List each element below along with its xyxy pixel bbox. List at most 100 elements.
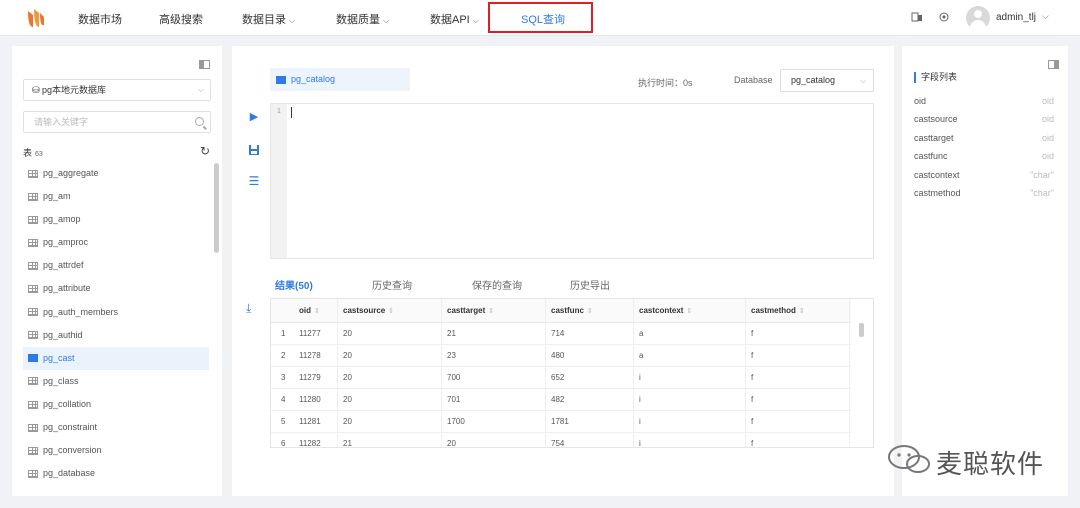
field-item[interactable]: casttarget oid [914, 133, 1054, 143]
run-icon[interactable]: ▶ [248, 111, 260, 123]
table-list-item[interactable]: pg_attrdef [23, 254, 209, 277]
table-row[interactable]: 5 11281 20 1700 1781 i f [271, 411, 851, 433]
table-list-item[interactable]: pg_constraint [23, 416, 209, 439]
wechat-icon [888, 445, 930, 473]
table-list-item[interactable]: pg_amproc [23, 231, 209, 254]
table-icon [28, 262, 38, 270]
database-select[interactable]: pg_catalog ⌵ [780, 69, 874, 92]
nav-data-catalog[interactable]: 数据目录 ⌵ [242, 11, 295, 27]
table-row[interactable]: 4 11280 20 701 482 i f [271, 389, 851, 411]
table-cell: 11281 [299, 417, 321, 426]
table-list-item[interactable]: pg_amop [23, 208, 209, 231]
table-icon [28, 285, 38, 294]
field-item[interactable]: castcontext "char" [914, 170, 1054, 180]
table-search-input[interactable]: 请输入关键字 [23, 111, 211, 133]
column-header[interactable]: casttarget ⇕ [447, 299, 494, 323]
sort-icon[interactable]: ⇕ [488, 308, 494, 315]
table-cell: 701 [447, 395, 461, 404]
tab-history-query[interactable]: 历史查询 [372, 277, 412, 292]
field-item[interactable]: oid oid [914, 96, 1054, 106]
row-number: 6 [281, 439, 286, 448]
username[interactable]: admin_tlj [996, 12, 1036, 23]
field-item[interactable]: castfunc oid [914, 151, 1054, 161]
table-row[interactable]: 3 11279 20 700 652 i f [271, 367, 851, 389]
datasource-select[interactable]: ⛁ pg本地元数据库 ⌵ [23, 79, 211, 101]
row-number: 5 [281, 417, 286, 426]
column-header[interactable]: castsource ⇕ [343, 299, 394, 323]
table-list-item[interactable]: pg_am [23, 185, 209, 208]
sort-icon[interactable]: ⇕ [314, 308, 320, 315]
download-icon[interactable]: ⤓ [246, 301, 251, 316]
notification-icon[interactable] [911, 11, 923, 23]
sql-editor[interactable]: 1 [270, 103, 874, 259]
table-row[interactable]: 1 11277 20 21 714 a f [271, 323, 851, 345]
tab-saved-query[interactable]: 保存的查询 [472, 277, 522, 292]
collapse-panel-icon[interactable] [199, 60, 210, 69]
table-cell: f [751, 329, 754, 338]
table-list-item[interactable]: pg_authid [23, 324, 209, 347]
table-icon [28, 238, 38, 247]
refresh-icon[interactable]: ↻ [200, 144, 210, 158]
sort-icon[interactable]: ⇕ [686, 308, 692, 315]
table-list-item[interactable]: pg_database [23, 462, 209, 485]
table-list-item[interactable]: pg_auth_members [23, 301, 209, 324]
nav-advanced-search[interactable]: 高级搜索 [159, 11, 203, 27]
table-list-item[interactable]: pg_aggregate [23, 162, 209, 185]
scrollbar[interactable] [214, 163, 219, 253]
column-header[interactable]: castfunc ⇕ [551, 299, 593, 323]
settings-icon[interactable] [938, 11, 950, 23]
table-list-item[interactable]: pg_class [23, 370, 209, 393]
table-list-item[interactable]: pg_attribute [23, 277, 209, 300]
table-list-item[interactable]: pg_collation [23, 393, 209, 416]
tab-history-export[interactable]: 历史导出 [570, 277, 610, 292]
sort-icon[interactable]: ⇕ [587, 308, 593, 315]
table-name: pg_am [43, 191, 71, 202]
table-row[interactable]: 6 11282 21 20 754 i f [271, 433, 851, 448]
column-header[interactable]: castcontext ⇕ [639, 299, 692, 323]
sort-icon[interactable]: ⇕ [388, 308, 394, 315]
table-icon [28, 192, 38, 201]
format-icon[interactable]: ☰ [248, 175, 260, 187]
editor-tab[interactable]: pg_catalog [270, 68, 410, 91]
field-type: oid [1041, 132, 1054, 143]
scrollbar[interactable] [859, 323, 864, 337]
table-row[interactable]: 2 11278 20 23 480 a f [271, 345, 851, 367]
table-cell: 23 [447, 351, 456, 360]
field-item[interactable]: castsource oid [914, 114, 1054, 124]
table-icon [28, 377, 38, 386]
table-cell: f [751, 395, 754, 404]
table-icon [28, 215, 38, 224]
collapse-panel-icon[interactable] [1048, 60, 1059, 69]
search-icon[interactable] [195, 117, 204, 126]
app-logo[interactable] [24, 7, 46, 29]
table-list-item[interactable]: pg_conversion [23, 439, 209, 462]
save-icon[interactable] [248, 144, 260, 156]
nav-data-api[interactable]: 数据API ⌵ [430, 11, 479, 27]
field-name: castsource [914, 114, 958, 125]
tab-results[interactable]: 结果(50) [275, 277, 313, 292]
table-cell: f [751, 439, 754, 448]
avatar[interactable] [966, 6, 990, 30]
table-cell: f [751, 417, 754, 426]
column-header[interactable]: castmethod ⇕ [751, 299, 805, 323]
table-cell: 482 [551, 395, 565, 404]
table-browser-panel: ⛁ pg本地元数据库 ⌵ 请输入关键字 表 63 ↻ pg_aggregate pg… [12, 46, 222, 496]
nav-data-market[interactable]: 数据市场 [78, 11, 122, 27]
table-list-item[interactable]: pg_cast [23, 346, 209, 370]
chevron-down-icon: ⌵ [472, 16, 479, 25]
chevron-down-icon: ⌵ [859, 76, 866, 85]
chevron-down-icon: ⌵ [289, 16, 296, 25]
chevron-down-icon[interactable]: ⌵ [1042, 11, 1049, 22]
table-icon [28, 308, 38, 317]
table-name: pg_database [43, 468, 96, 479]
row-number: 4 [281, 395, 286, 404]
nav-data-quality[interactable]: 数据质量 ⌵ [336, 11, 389, 27]
sort-icon[interactable]: ⇕ [799, 308, 805, 315]
column-header[interactable]: oid ⇕ [299, 299, 320, 323]
table-icon [276, 75, 286, 84]
table-name: pg_cast [43, 352, 75, 363]
table-cell: i [639, 417, 641, 426]
field-type: oid [1041, 96, 1054, 106]
field-name: castmethod [914, 188, 961, 198]
field-item[interactable]: castmethod "char" [914, 188, 1054, 198]
